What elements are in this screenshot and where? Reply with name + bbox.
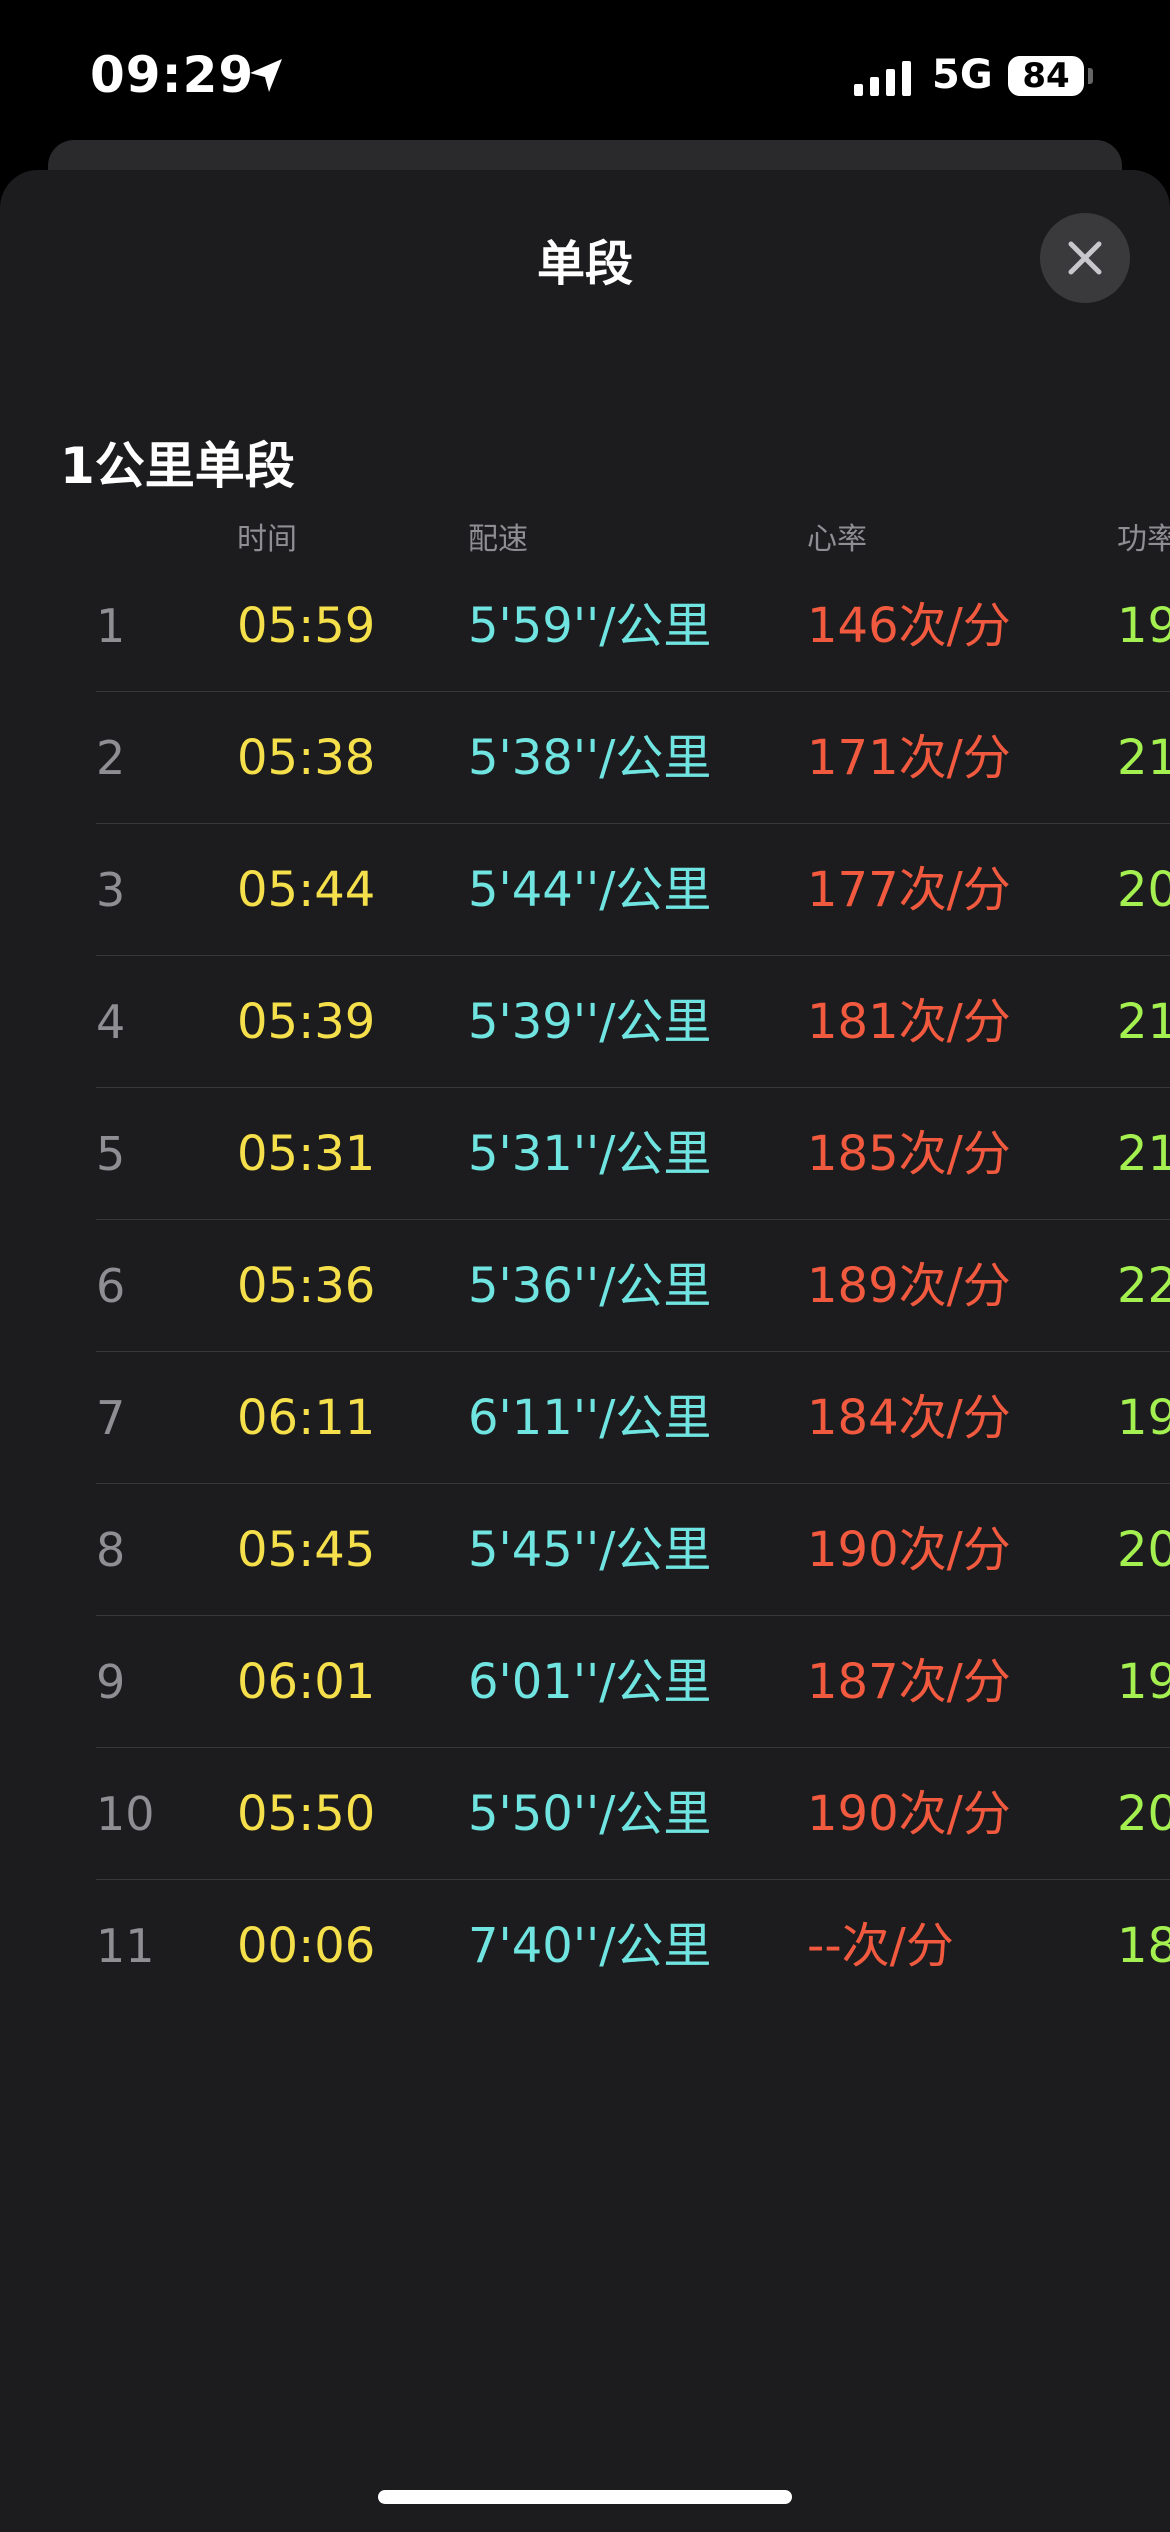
column-header-power: 功率: [1117, 522, 1170, 557]
column-header-heart-rate: 心率: [807, 522, 867, 557]
split-time: 06:11: [237, 1390, 376, 1446]
split-power: 20: [1117, 1522, 1170, 1578]
split-power: 21: [1117, 730, 1170, 786]
split-power: 19: [1117, 1390, 1170, 1446]
table-row: 2 05:38 5'38''/公里 171次/分 21: [0, 692, 1170, 824]
split-heart-rate: 146次/分: [807, 598, 1011, 654]
split-index: 9: [96, 1655, 126, 1709]
status-bar: 09:29 5G 84: [0, 0, 1170, 150]
split-heart-rate: 171次/分: [807, 730, 1011, 786]
split-time: 06:01: [237, 1654, 376, 1710]
split-index: 6: [96, 1259, 126, 1313]
split-heart-rate: 185次/分: [807, 1126, 1011, 1182]
split-pace: 5'38''/公里: [468, 730, 712, 786]
split-index: 2: [96, 731, 126, 785]
split-pace: 6'11''/公里: [468, 1390, 712, 1446]
split-heart-rate: 190次/分: [807, 1786, 1011, 1842]
split-time: 05:59: [237, 598, 376, 654]
split-time: 05:38: [237, 730, 376, 786]
split-pace: 5'36''/公里: [468, 1258, 712, 1314]
split-heart-rate: --次/分: [807, 1918, 954, 1974]
cellular-signal-icon: [854, 61, 911, 96]
split-time: 05:36: [237, 1258, 376, 1314]
split-pace: 5'44''/公里: [468, 862, 712, 918]
split-pace: 6'01''/公里: [468, 1654, 712, 1710]
split-pace: 5'39''/公里: [468, 994, 712, 1050]
split-heart-rate: 184次/分: [807, 1390, 1011, 1446]
battery-cap: [1088, 68, 1093, 84]
table-row: 5 05:31 5'31''/公里 185次/分 21: [0, 1088, 1170, 1220]
table-row: 9 06:01 6'01''/公里 187次/分 19: [0, 1616, 1170, 1748]
table-row: 8 05:45 5'45''/公里 190次/分 20: [0, 1484, 1170, 1616]
split-index: 10: [96, 1787, 155, 1841]
split-index: 1: [96, 599, 126, 653]
section-title: 1公里单段: [60, 437, 295, 495]
split-power: 22: [1117, 1258, 1170, 1314]
split-heart-rate: 189次/分: [807, 1258, 1011, 1314]
split-pace: 5'50''/公里: [468, 1786, 712, 1842]
sheet-title: 单段: [536, 236, 633, 292]
split-power: 20: [1117, 862, 1170, 918]
table-row: 4 05:39 5'39''/公里 181次/分 21: [0, 956, 1170, 1088]
split-power: 19: [1117, 598, 1170, 654]
split-heart-rate: 181次/分: [807, 994, 1011, 1050]
split-power: 19: [1117, 1654, 1170, 1710]
split-pace: 5'31''/公里: [468, 1126, 712, 1182]
split-index: 5: [96, 1127, 126, 1181]
table-row: 7 06:11 6'11''/公里 184次/分 19: [0, 1352, 1170, 1484]
split-power: 18: [1117, 1918, 1170, 1974]
home-indicator[interactable]: [378, 2490, 792, 2504]
close-icon: [1068, 241, 1102, 275]
split-power: 21: [1117, 1126, 1170, 1182]
split-pace: 5'45''/公里: [468, 1522, 712, 1578]
split-heart-rate: 187次/分: [807, 1654, 1011, 1710]
split-time: 05:44: [237, 862, 376, 918]
location-arrow-icon: [250, 59, 282, 92]
table-row: 1 05:59 5'59''/公里 146次/分 19: [0, 560, 1170, 692]
split-heart-rate: 190次/分: [807, 1522, 1011, 1578]
split-power: 20: [1117, 1786, 1170, 1842]
split-index: 11: [96, 1919, 155, 1973]
table-row: 3 05:44 5'44''/公里 177次/分 20: [0, 824, 1170, 956]
split-index: 4: [96, 995, 126, 1049]
column-header-time: 时间: [237, 522, 297, 557]
split-index: 7: [96, 1391, 126, 1445]
split-power: 21: [1117, 994, 1170, 1050]
close-button[interactable]: [1040, 213, 1130, 303]
split-pace: 5'59''/公里: [468, 598, 712, 654]
table-row: 10 05:50 5'50''/公里 190次/分 20: [0, 1748, 1170, 1880]
status-time: 09:29: [90, 46, 255, 104]
split-time: 05:31: [237, 1126, 376, 1182]
table-row: 6 05:36 5'36''/公里 189次/分 22: [0, 1220, 1170, 1352]
table-row: 11 00:06 7'40''/公里 --次/分 18: [0, 1880, 1170, 2012]
split-index: 8: [96, 1523, 126, 1577]
network-type: 5G: [932, 52, 993, 98]
split-time: 00:06: [237, 1918, 376, 1974]
splits-sheet: 单段 1公里单段 时间 配速 心率 功率 1 05:59 5'59''/公里 146次…: [0, 170, 1170, 2532]
split-heart-rate: 177次/分: [807, 862, 1011, 918]
split-time: 05:50: [237, 1786, 376, 1842]
column-header-pace: 配速: [468, 522, 528, 557]
split-time: 05:39: [237, 994, 376, 1050]
battery-indicator: 84: [1008, 56, 1084, 96]
split-index: 3: [96, 863, 126, 917]
split-pace: 7'40''/公里: [468, 1918, 712, 1974]
split-time: 05:45: [237, 1522, 376, 1578]
